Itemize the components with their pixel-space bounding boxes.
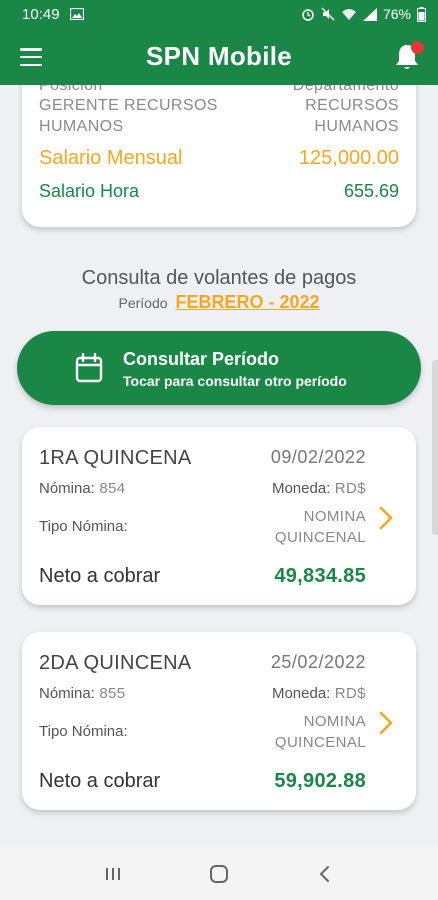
position-label: Posición [39, 85, 103, 94]
moneda-label: Moneda: [271, 685, 331, 702]
battery-percentage: 76% [382, 6, 411, 22]
period-value-link[interactable]: FEBRERO - 2022 [175, 292, 319, 312]
recent-apps-button[interactable] [93, 859, 133, 889]
consult-period-button[interactable]: Consultar Período Tocar para consultar o… [17, 331, 421, 405]
back-button[interactable] [305, 859, 345, 889]
monthly-salary-label: Salario Mensual [39, 147, 183, 169]
edge-panel-handle[interactable] [432, 360, 438, 535]
status-time: 10:49 [22, 5, 60, 23]
battery-icon [417, 6, 426, 22]
consult-button-subtitle: Tocar para consultar otro período [123, 373, 347, 389]
recent-apps-icon [106, 867, 120, 880]
department-label: Departamento [292, 85, 399, 94]
tipo-nomina-value-line2: QUINCENAL [274, 529, 366, 546]
chevron-right-icon [379, 711, 393, 735]
moneda-value: RD$ [334, 480, 366, 497]
payslip-card-1[interactable]: 1RA QUINCENA 09/02/2022 Nómina: 854 Mone… [22, 427, 416, 605]
hourly-salary-label: Salario Hora [39, 181, 140, 201]
consult-button-title: Consultar Período [123, 349, 280, 369]
position-value-line1: GERENTE RECURSOS [39, 97, 218, 114]
nomina-label: Nómina: [39, 685, 95, 702]
gallery-icon [69, 8, 84, 20]
hourly-salary-value: 655.69 [343, 181, 399, 201]
notifications-button[interactable] [392, 41, 424, 72]
app-bar: SPN Mobile [0, 28, 438, 85]
tipo-nomina-value-line1: NOMINA [303, 508, 366, 525]
app-title: SPN Mobile [145, 41, 292, 71]
neto-label: Neto a cobrar [39, 770, 161, 792]
payslip-quincena: 2DA QUINCENA [39, 652, 192, 674]
payslip-card-2[interactable]: 2DA QUINCENA 25/02/2022 Nómina: 855 Mone… [22, 632, 416, 810]
payslip-quincena: 1RA QUINCENA [39, 447, 192, 469]
nomina-value: 854 [99, 480, 126, 497]
monthly-salary-value: 125,000.00 [298, 147, 399, 169]
signal-icon [362, 7, 377, 21]
neto-value: 49,834.85 [274, 565, 366, 587]
period-line: Período FEBRERO - 2022 [0, 292, 438, 313]
home-icon [210, 864, 228, 883]
tipo-nomina-label: Tipo Nómina: [39, 518, 128, 535]
alarm-icon [302, 9, 314, 21]
department-value-line2: HUMANOS [314, 118, 399, 135]
system-navigation-bar [0, 847, 438, 900]
back-icon [320, 865, 329, 882]
tipo-nomina-label: Tipo Nómina: [39, 723, 128, 740]
notification-badge [411, 41, 424, 54]
payslip-date: 25/02/2022 [270, 652, 366, 672]
department-value-line1: RECURSOS [305, 97, 399, 114]
chevron-right-icon [379, 506, 393, 530]
content-area[interactable]: Posición Departamento GERENTE RECURSOS R… [0, 85, 438, 847]
employee-info-card: Posición Departamento GERENTE RECURSOS R… [22, 85, 416, 227]
moneda-label: Moneda: [271, 480, 331, 497]
calendar-icon [75, 353, 103, 383]
consulta-title: Consulta de volantes de pagos [81, 267, 357, 289]
tipo-nomina-value-line2: QUINCENAL [274, 734, 366, 751]
moneda-value: RD$ [334, 685, 366, 702]
period-label: Período [118, 295, 168, 311]
neto-label: Neto a cobrar [39, 565, 161, 587]
neto-value: 59,902.88 [274, 770, 366, 792]
payslip-date: 09/02/2022 [270, 447, 366, 467]
status-bar: 10:49 76% [0, 0, 438, 28]
tipo-nomina-value-line1: NOMINA [303, 713, 366, 730]
nomina-label: Nómina: [39, 480, 95, 497]
nomina-value: 855 [99, 685, 126, 702]
position-value-line2: HUMANOS [39, 118, 124, 135]
mute-icon [321, 7, 335, 21]
home-button[interactable] [199, 859, 239, 889]
wifi-icon [341, 8, 356, 20]
